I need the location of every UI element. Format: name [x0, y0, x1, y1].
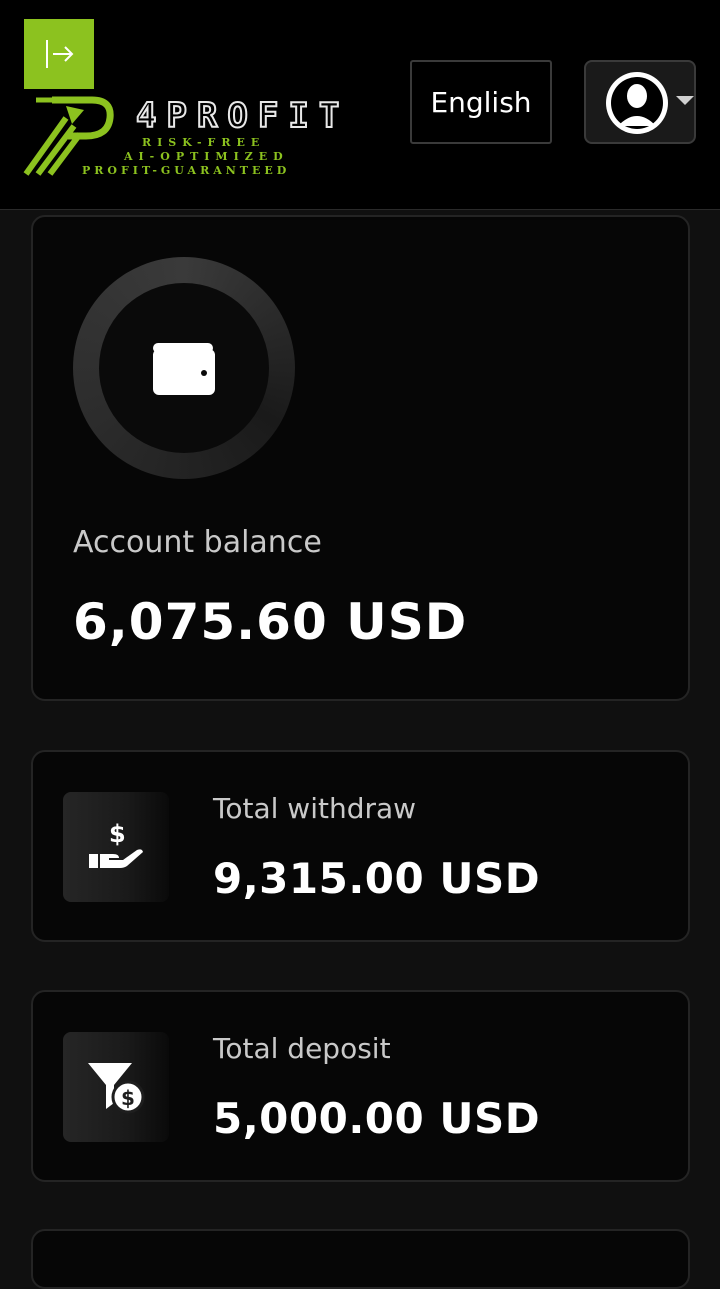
- logo-tagline-1: RISK-FREE: [142, 136, 266, 149]
- collapse-sidebar-icon: [46, 40, 74, 68]
- wallet-icon: [153, 343, 215, 395]
- total-deposit-value: 5,000.00 USD: [213, 1094, 541, 1143]
- user-avatar-icon: [606, 72, 668, 134]
- deposit-icon-box: $: [63, 1032, 169, 1142]
- balance-icon-ring: [73, 257, 295, 479]
- account-balance-label: Account balance: [73, 525, 322, 560]
- logo-wordmark: 4PROFIT: [135, 95, 350, 137]
- logo-tagline-2: AI-OPTIMIZED: [124, 150, 289, 163]
- filter-dollar-icon: $: [88, 1063, 145, 1114]
- account-balance-value: 6,075.60 USD: [73, 593, 468, 651]
- brand-logo[interactable]: 4PROFIT RISK-FREE AI-OPTIMIZED PROFIT-GU…: [22, 95, 342, 180]
- chevron-down-icon: [676, 96, 694, 105]
- svg-text:$: $: [109, 820, 126, 848]
- withdraw-icon-box: $: [63, 792, 169, 902]
- user-menu-button[interactable]: [584, 60, 696, 144]
- total-withdraw-card: $ Total withdraw 9,315.00 USD: [31, 750, 690, 942]
- logo-tagline-3: PROFIT-GUARANTEED: [82, 164, 291, 177]
- total-withdraw-value: 9,315.00 USD: [213, 854, 541, 903]
- hand-dollar-icon: $: [89, 820, 143, 868]
- top-header: 4PROFIT RISK-FREE AI-OPTIMIZED PROFIT-GU…: [0, 0, 720, 210]
- svg-text:$: $: [121, 1086, 135, 1110]
- total-deposit-label: Total deposit: [213, 1032, 391, 1065]
- next-stat-card: [31, 1229, 690, 1289]
- account-balance-card: Account balance 6,075.60 USD: [31, 215, 690, 701]
- total-withdraw-label: Total withdraw: [213, 792, 417, 825]
- sidebar-toggle-button[interactable]: [24, 19, 94, 89]
- total-deposit-card: $ Total deposit 5,000.00 USD: [31, 990, 690, 1182]
- language-selector[interactable]: English: [410, 60, 552, 144]
